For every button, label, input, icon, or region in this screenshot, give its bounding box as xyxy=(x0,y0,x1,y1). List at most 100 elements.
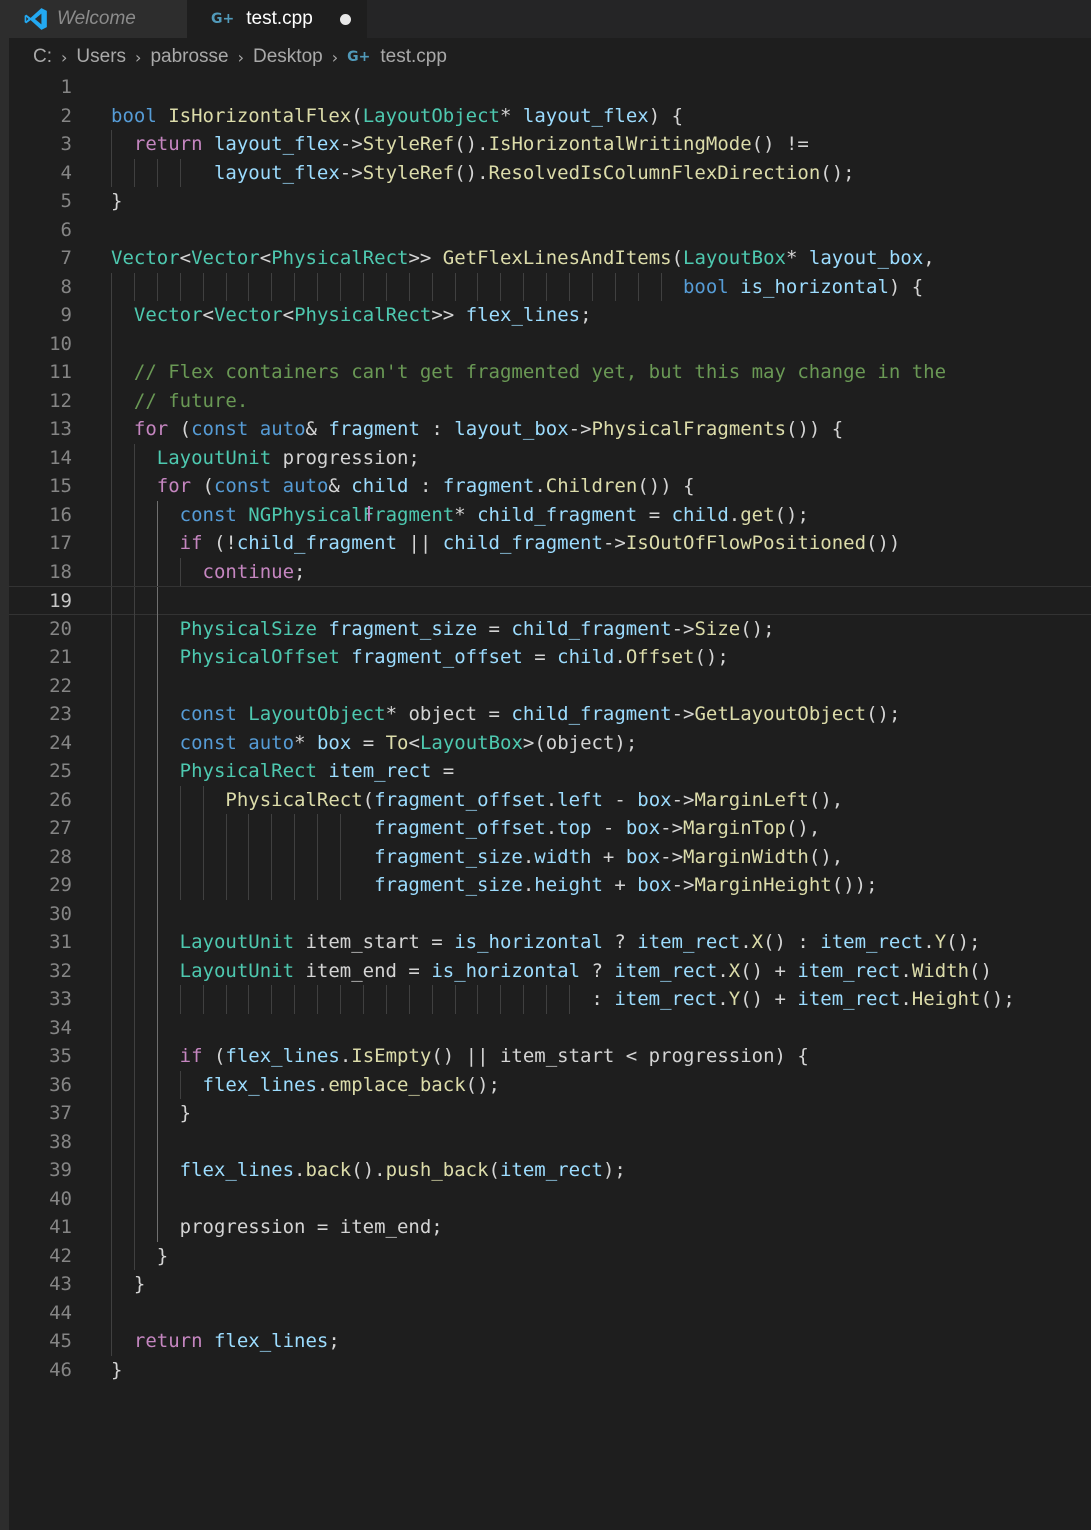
line-number[interactable]: 16 xyxy=(9,501,72,530)
code-text[interactable]: LayoutUnit item_start = is_horizontal ? … xyxy=(111,928,981,957)
code-text[interactable]: // future. xyxy=(111,387,248,416)
line-number[interactable]: 19 xyxy=(9,587,72,616)
code-text[interactable]: const NGPhysicalFragment* child_fragment… xyxy=(111,501,809,530)
code-line[interactable]: 23 const LayoutObject* object = child_fr… xyxy=(9,700,1091,729)
code-line[interactable]: 21 PhysicalOffset fragment_offset = chil… xyxy=(9,643,1091,672)
code-text[interactable]: PhysicalRect(fragment_offset.left - box-… xyxy=(111,786,843,815)
line-number[interactable]: 33 xyxy=(9,985,72,1014)
code-text[interactable]: flex_lines.back().push_back(item_rect); xyxy=(111,1156,626,1185)
code-line[interactable]: 12 // future. xyxy=(9,386,1091,416)
line-number[interactable]: 31 xyxy=(9,928,72,957)
line-number[interactable]: 39 xyxy=(9,1156,72,1185)
line-number[interactable]: 34 xyxy=(9,1014,72,1043)
code-line[interactable]: 9 Vector<Vector<PhysicalRect>> flex_line… xyxy=(9,301,1091,330)
code-line[interactable]: 28 fragment_size.width + box->MarginWidt… xyxy=(9,842,1091,872)
code-line[interactable]: 46} xyxy=(9,1356,1091,1385)
code-text[interactable]: layout_flex->StyleRef().ResolvedIsColumn… xyxy=(111,159,855,188)
code-line[interactable]: 44 xyxy=(9,1298,1091,1328)
code-line[interactable]: 3 return layout_flex->StyleRef().IsHoriz… xyxy=(9,130,1091,159)
code-line[interactable]: 10 xyxy=(9,329,1091,359)
line-number[interactable]: 43 xyxy=(9,1270,72,1299)
line-number[interactable]: 30 xyxy=(9,900,72,929)
code-text[interactable]: PhysicalSize fragment_size = child_fragm… xyxy=(111,615,775,644)
breadcrumb-item-user[interactable]: pabrosse xyxy=(150,46,228,68)
line-number[interactable]: 28 xyxy=(9,843,72,872)
line-number[interactable]: 8 xyxy=(9,273,72,302)
code-text[interactable]: for (const auto& fragment : layout_box->… xyxy=(111,415,843,444)
tab-welcome[interactable]: Welcome xyxy=(9,0,187,38)
code-text[interactable]: } xyxy=(111,1099,191,1128)
code-text[interactable]: flex_lines.emplace_back(); xyxy=(111,1071,500,1100)
code-line[interactable]: 8 bool is_horizontal) { xyxy=(9,272,1091,302)
code-editor[interactable]: 1 2 bool IsHorizontalFlex(LayoutObject* la… xyxy=(9,73,1091,1384)
line-number[interactable]: 12 xyxy=(9,387,72,416)
line-number[interactable]: 1 xyxy=(9,73,72,102)
code-line[interactable]: 31 LayoutUnit item_start = is_horizontal… xyxy=(9,928,1091,957)
code-text[interactable]: fragment_size.height + box->MarginHeight… xyxy=(111,871,877,900)
line-number[interactable]: 17 xyxy=(9,529,72,558)
breadcrumb-item-desktop[interactable]: Desktop xyxy=(253,46,323,68)
line-number[interactable]: 22 xyxy=(9,672,72,701)
line-number[interactable]: 6 xyxy=(9,216,72,245)
code-line[interactable]: 24 const auto* box = To<LayoutBox>(objec… xyxy=(9,728,1091,758)
line-number[interactable]: 46 xyxy=(9,1356,72,1385)
code-line[interactable]: 38 xyxy=(9,1127,1091,1157)
line-number[interactable]: 23 xyxy=(9,700,72,729)
code-text[interactable]: const LayoutObject* object = child_fragm… xyxy=(111,700,901,729)
code-line[interactable]: 42 } xyxy=(9,1241,1091,1271)
code-text[interactable]: if (!child_fragment || child_fragment->I… xyxy=(111,529,901,558)
code-line[interactable]: 26 PhysicalRect(fragment_offset.left - b… xyxy=(9,785,1091,815)
code-line[interactable]: 1 xyxy=(9,73,1091,102)
code-line[interactable]: 43 } xyxy=(9,1270,1091,1299)
code-text[interactable]: LayoutUnit item_end = is_horizontal ? it… xyxy=(111,957,992,986)
line-number[interactable]: 32 xyxy=(9,957,72,986)
breadcrumb-item-file[interactable]: test.cpp xyxy=(380,46,447,68)
code-line[interactable]: 13 for (const auto& fragment : layout_bo… xyxy=(9,415,1091,444)
line-number[interactable]: 44 xyxy=(9,1299,72,1328)
code-text[interactable]: : item_rect.Y() + item_rect.Height(); xyxy=(111,985,1014,1014)
line-number[interactable]: 14 xyxy=(9,444,72,473)
line-number[interactable]: 10 xyxy=(9,330,72,359)
breadcrumb-item-drive[interactable]: C: xyxy=(33,46,52,68)
unsaved-changes-dot-icon[interactable] xyxy=(340,14,351,25)
code-line[interactable]: 6 xyxy=(9,216,1091,245)
code-line[interactable]: 11 // Flex containers can't get fragment… xyxy=(9,358,1091,387)
line-number[interactable]: 18 xyxy=(9,558,72,587)
code-line[interactable]: 35 if (flex_lines.IsEmpty() || item_star… xyxy=(9,1042,1091,1071)
line-number[interactable]: 25 xyxy=(9,757,72,786)
code-line[interactable]: 41 progression = item_end; xyxy=(9,1213,1091,1242)
line-number[interactable]: 15 xyxy=(9,472,72,501)
line-number[interactable]: 21 xyxy=(9,643,72,672)
line-number[interactable]: 38 xyxy=(9,1128,72,1157)
line-number[interactable]: 5 xyxy=(9,187,72,216)
breadcrumb-item-users[interactable]: Users xyxy=(76,46,126,68)
code-text[interactable]: } xyxy=(111,187,122,216)
line-number[interactable]: 45 xyxy=(9,1327,72,1356)
code-line[interactable]: 37 } xyxy=(9,1099,1091,1128)
line-number[interactable]: 20 xyxy=(9,615,72,644)
code-line[interactable]: 27 fragment_offset.top - box->MarginTop(… xyxy=(9,814,1091,843)
line-number[interactable]: 13 xyxy=(9,415,72,444)
code-text[interactable]: for (const auto& child : fragment.Childr… xyxy=(111,472,695,501)
code-line[interactable]: 7 Vector<Vector<PhysicalRect>> GetFlexLin… xyxy=(9,244,1091,273)
code-line[interactable]: 40 xyxy=(9,1184,1091,1214)
code-line[interactable]: 45 return flex_lines; xyxy=(9,1327,1091,1356)
code-text[interactable]: bool is_horizontal) { xyxy=(111,273,923,302)
line-number[interactable]: 11 xyxy=(9,358,72,387)
code-line[interactable]: 36 flex_lines.emplace_back(); xyxy=(9,1070,1091,1100)
code-text[interactable]: } xyxy=(111,1356,122,1385)
code-text[interactable]: } xyxy=(111,1242,168,1271)
code-line[interactable]: 18 continue; xyxy=(9,557,1091,587)
line-number[interactable]: 35 xyxy=(9,1042,72,1071)
code-line[interactable]: 29 fragment_size.height + box->MarginHei… xyxy=(9,871,1091,900)
line-number[interactable]: 40 xyxy=(9,1185,72,1214)
line-number[interactable]: 42 xyxy=(9,1242,72,1271)
line-number[interactable]: 24 xyxy=(9,729,72,758)
code-text[interactable]: LayoutUnit progression; xyxy=(111,444,420,473)
code-line[interactable]: 19 xyxy=(9,586,1091,616)
code-line[interactable]: 32 LayoutUnit item_end = is_horizontal ?… xyxy=(9,956,1091,986)
line-number[interactable]: 29 xyxy=(9,871,72,900)
code-text[interactable]: bool IsHorizontalFlex(LayoutObject* layo… xyxy=(111,102,683,131)
code-text[interactable]: } xyxy=(111,1270,145,1299)
code-line[interactable]: 2 bool IsHorizontalFlex(LayoutObject* lay… xyxy=(9,102,1091,131)
